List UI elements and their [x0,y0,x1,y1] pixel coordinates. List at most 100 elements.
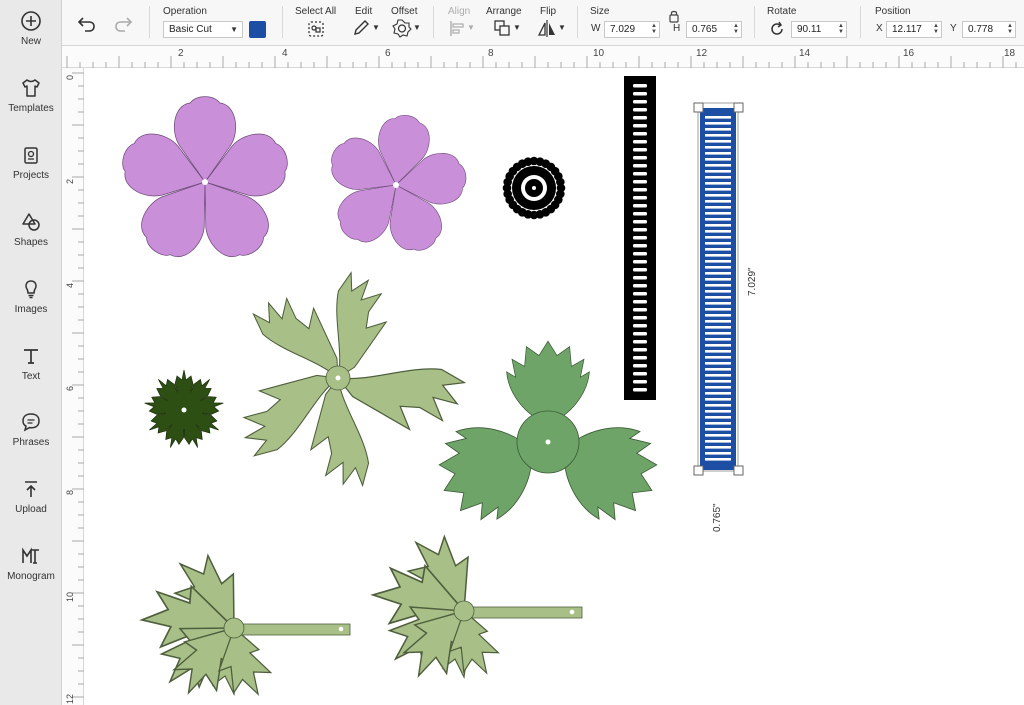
operation-dropdown[interactable]: Basic Cut ▼ [163,21,243,38]
lock-icon[interactable] [667,9,681,23]
sidebar-item-text[interactable]: Text [0,345,62,405]
flower-shape-large [113,96,297,270]
sidebar-item-templates[interactable]: Templates [0,77,62,137]
sidebar-item-label: Images [14,304,48,315]
fringe-strip-black [624,76,656,400]
selection-handle [733,102,744,113]
sidebar-item-new[interactable]: New [0,10,62,70]
sidebar-item-label: Shapes [14,237,48,248]
size-h-label: H [673,23,681,34]
align-label: Align [448,6,471,17]
position-y-value: 0.778 [968,24,994,35]
operation-color-swatch[interactable] [249,21,266,38]
toolbar-divider [282,6,283,38]
shirt-icon [22,79,40,97]
ruler-ticks [66,56,1017,68]
sidebar-item-label: Phrases [12,437,50,448]
position-x-input[interactable]: 12.117 ▲ ▼ [886,21,942,38]
chevron-down-icon: ▼ [372,23,380,32]
canvas-artwork [113,76,744,705]
stepper-icon[interactable]: ▲ ▼ [733,23,739,35]
ruler-number: 14 [799,48,811,59]
ruler-number: 6 [65,385,75,391]
edit-button[interactable]: ▼ [352,18,380,40]
position-x-label: X [876,23,883,34]
ruler-number: 18 [1004,48,1016,59]
top-toolbar: Operation Basic Cut ▼ Select All Edit ▼ … [62,0,1024,46]
position-label: Position [875,6,911,17]
ruler-number: 16 [903,48,915,59]
size-label: Size [590,6,610,17]
stepper-icon[interactable]: ▲ ▼ [1007,23,1013,35]
leaf-cluster-light [229,267,474,500]
size-width-input[interactable]: 7.029 ▲ ▼ [604,21,660,38]
branch-leaf-right [367,521,583,690]
projects-icon [24,147,38,164]
sidebar-item-label: Projects [12,170,50,181]
chevron-down-icon: ▼ [513,23,521,32]
selection-height-label: 7.029" [747,267,758,296]
monogram-icon [22,547,39,564]
size-width-value: 7.029 [610,24,636,35]
size-height-input[interactable]: 0.765 ▲ ▼ [686,21,742,38]
ruler-number: 4 [282,48,288,59]
ruler-number: 10 [593,48,605,59]
sidebar-item-monogram[interactable]: Monogram [0,545,62,605]
lightbulb-icon [25,280,37,299]
flip-label: Flip [540,6,557,17]
offset-button[interactable]: ▼ [392,18,422,40]
design-canvas[interactable]: 7.029" 0.765" [84,68,1024,705]
rotate-icon [771,21,783,35]
sidebar-item-projects[interactable]: Projects [0,144,62,204]
text-icon [24,349,38,364]
rotate-label: Rotate [767,6,797,17]
stepper-icon[interactable]: ▲ ▼ [838,23,844,35]
toolbar-divider [433,6,434,38]
toolbar-divider [149,6,150,38]
position-x-value: 12.117 [892,24,922,35]
sidebar-item-phrases[interactable]: Phrases [0,411,62,471]
stepper-icon[interactable]: ▲ ▼ [933,23,939,35]
rotate-input[interactable]: 90.11 ▲ ▼ [791,21,847,38]
redo-icon[interactable] [112,13,134,35]
select-all-icon[interactable] [306,18,326,40]
arrange-button[interactable]: ▼ [492,18,522,40]
rotate-value: 90.11 [797,24,822,35]
sidebar-item-shapes[interactable]: Shapes [0,211,62,271]
ruler-number: 4 [65,282,75,288]
toolbar-divider [860,6,861,38]
selection-handle [693,465,704,476]
toolbar-divider [577,6,578,38]
position-y-input[interactable]: 0.778 ▲ ▼ [962,21,1016,38]
sidebar-item-images[interactable]: Images [0,278,62,338]
size-height-value: 0.765 [692,24,718,35]
sidebar-item-upload[interactable]: Upload [0,478,62,538]
left-sidebar: New Templates Projects Shapes Images Tex… [0,0,62,705]
ruler-number: 8 [65,489,75,495]
sidebar-item-label: Templates [8,103,54,114]
star-leaf-dark [142,369,226,452]
vertical-ruler: 0 2 4 6 8 10 12 [62,68,84,705]
chevron-down-icon: ▼ [413,23,421,32]
size-w-label: W [591,23,601,34]
sidebar-item-label: Monogram [7,571,55,582]
operation-label: Operation [163,6,207,17]
select-all-label: Select All [295,6,337,17]
ruler-number: 2 [178,48,184,59]
edit-label: Edit [355,6,373,17]
position-y-label: Y [950,23,957,34]
align-button[interactable]: ▼ [448,18,476,40]
flip-button[interactable]: ▼ [537,18,567,40]
ruler-number: 6 [385,48,391,59]
branch-leaf-left [138,541,351,705]
arrange-label: Arrange [486,6,522,17]
stepper-icon[interactable]: ▲ ▼ [651,23,657,35]
speech-bubble-icon [22,413,40,432]
stamen-shape [502,156,566,220]
shapes-icon [22,213,40,231]
sidebar-item-label: Text [21,371,41,382]
offset-icon [392,19,412,38]
undo-icon[interactable] [76,13,98,35]
ruler-number: 10 [65,591,75,602]
upload-icon [25,481,37,497]
